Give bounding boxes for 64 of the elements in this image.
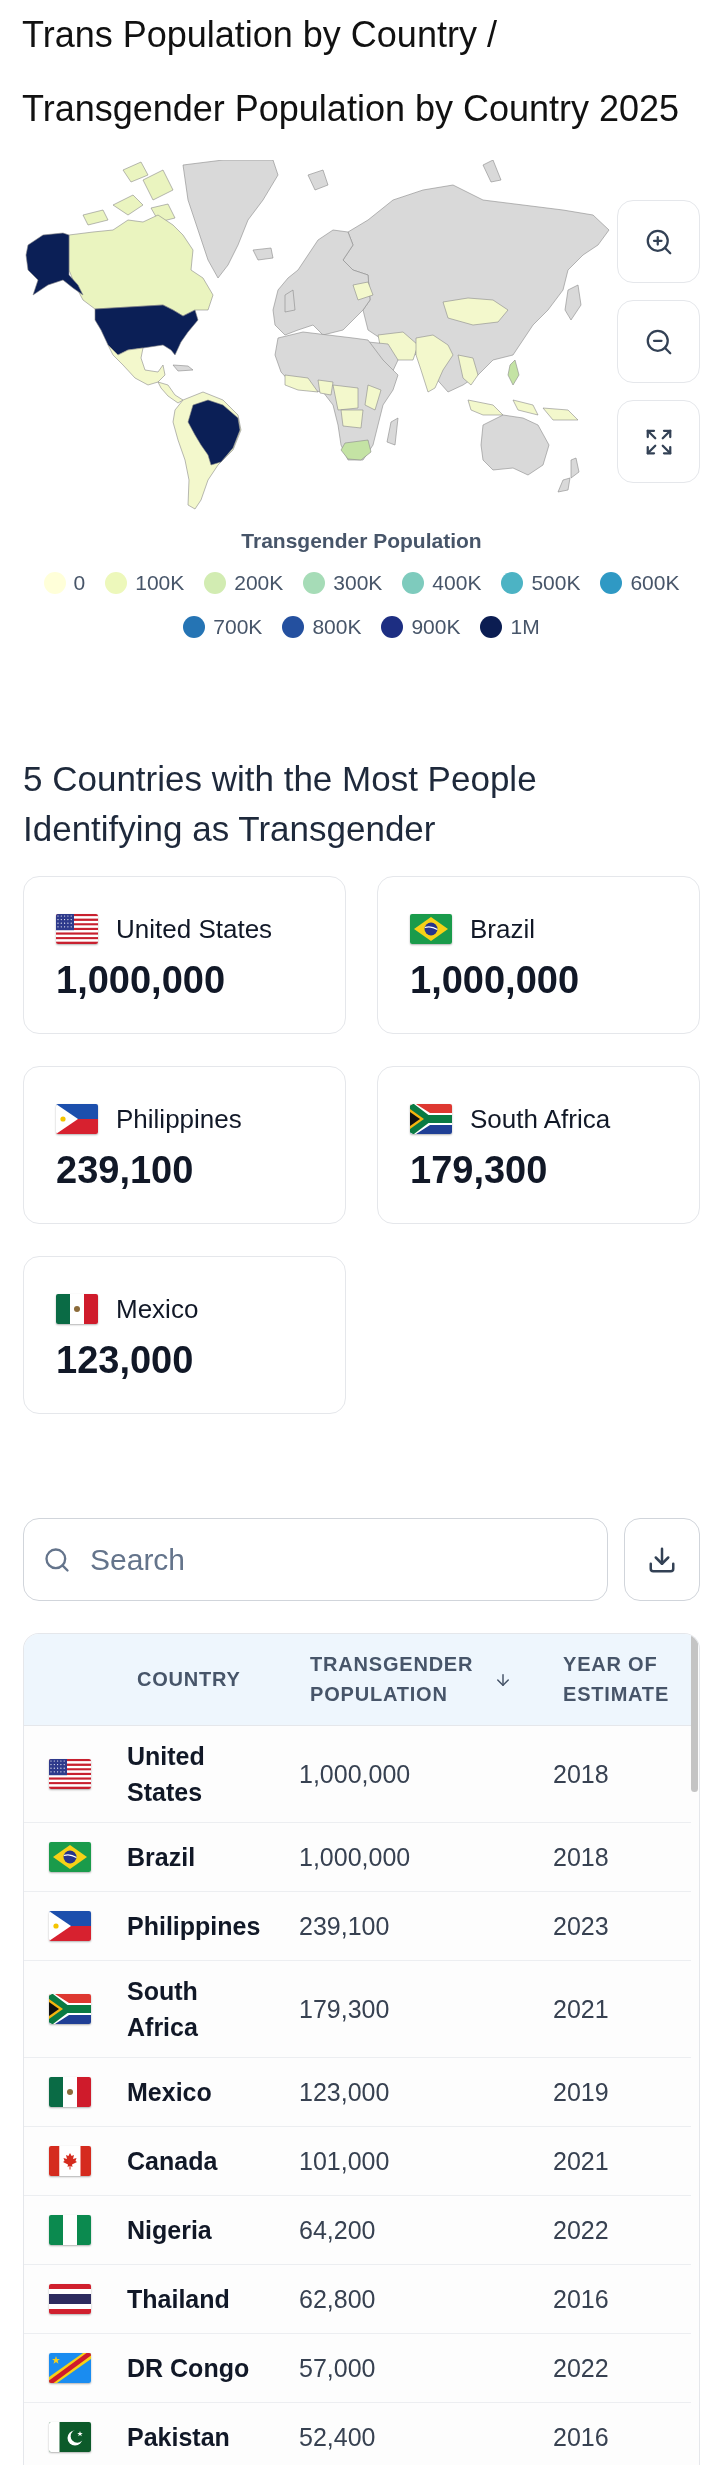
population-cell: 101,000 xyxy=(299,2147,390,2175)
column-header[interactable]: COUNTRY xyxy=(137,1664,241,1695)
country-name: Brazil xyxy=(470,913,535,945)
column-header[interactable]: TRANSGENDER POPULATION xyxy=(310,1650,512,1709)
year-cell: 2018 xyxy=(553,1760,609,1788)
year-cell: 2023 xyxy=(553,1912,609,1940)
search-field[interactable]: Search xyxy=(23,1518,608,1601)
legend-label: 300K xyxy=(333,570,383,596)
page-title: Trans Population by Country / Transgender Population by Country 2025 xyxy=(22,13,681,131)
year-cell: 2022 xyxy=(553,2216,609,2244)
legend-label: 700K xyxy=(213,614,263,640)
year-cell: 2018 xyxy=(553,1843,609,1871)
legend-label: 800K xyxy=(312,614,362,640)
country-cell-text: Mexico xyxy=(127,2077,212,2108)
year-cell: 2022 xyxy=(553,2354,609,2382)
legend-label: 200K xyxy=(234,570,284,596)
country-cell-text: United States xyxy=(127,1741,206,1808)
population-value: 239,100 xyxy=(56,1148,194,1192)
zoom-in-button[interactable] xyxy=(617,200,700,283)
country-name: United States xyxy=(116,913,273,945)
year-cell: 2021 xyxy=(553,1995,609,2023)
legend-label: 400K xyxy=(432,570,482,596)
country-name: Mexico xyxy=(116,1293,199,1325)
legend-title: Transgender Population xyxy=(240,528,483,554)
legend-label: 0 xyxy=(73,570,86,596)
country-cell-text: Philippines xyxy=(127,1911,261,1942)
country-name: South Africa xyxy=(470,1103,611,1135)
country-cell-text: DR Congo xyxy=(127,2353,250,2384)
legend-label: 500K xyxy=(531,570,581,596)
zoom-out-button[interactable] xyxy=(617,300,700,383)
population-cell: 239,100 xyxy=(299,1912,390,1940)
population-cell: 57,000 xyxy=(299,2354,376,2382)
fullscreen-button[interactable] xyxy=(617,400,700,483)
country-name: Philippines xyxy=(116,1103,242,1135)
population-cell: 64,200 xyxy=(299,2216,376,2244)
download-button[interactable] xyxy=(624,1518,700,1601)
population-value: 1,000,000 xyxy=(56,958,226,1002)
population-cell: 1,000,000 xyxy=(299,1760,411,1788)
search-icon xyxy=(43,1545,71,1574)
search-input[interactable]: Search xyxy=(90,1539,591,1580)
column-header[interactable]: YEAR OF ESTIMATE xyxy=(563,1650,691,1709)
legend-label: 600K xyxy=(630,570,680,596)
country-cell-text: Thailand xyxy=(127,2284,230,2315)
legend-label: 900K xyxy=(411,614,461,640)
population-cell: 179,300 xyxy=(299,1995,390,2023)
section-heading: 5 Countries with the Most People Identifying as Transgender xyxy=(23,758,538,850)
legend-label: 1M xyxy=(510,614,540,640)
year-cell: 2016 xyxy=(553,2423,609,2451)
legend-label: 100K xyxy=(135,570,185,596)
country-cell-text: Pakistan xyxy=(127,2422,230,2453)
population-value: 1,000,000 xyxy=(410,958,580,1002)
population-cell: 123,000 xyxy=(299,2078,390,2106)
year-cell: 2019 xyxy=(553,2078,609,2106)
population-cell: 62,800 xyxy=(299,2285,376,2313)
country-cell-text: Canada xyxy=(127,2146,218,2177)
year-cell: 2021 xyxy=(553,2147,609,2175)
country-cell-text: South Africa xyxy=(127,1976,199,2043)
country-cell-text: Brazil xyxy=(127,1842,196,1873)
population-cell: 1,000,000 xyxy=(299,1843,411,1871)
country-cell-text: Nigeria xyxy=(127,2215,212,2246)
year-cell: 2016 xyxy=(553,2285,609,2313)
population-value: 123,000 xyxy=(56,1338,194,1382)
population-cell: 52,400 xyxy=(299,2423,376,2451)
population-value: 179,300 xyxy=(410,1148,548,1192)
